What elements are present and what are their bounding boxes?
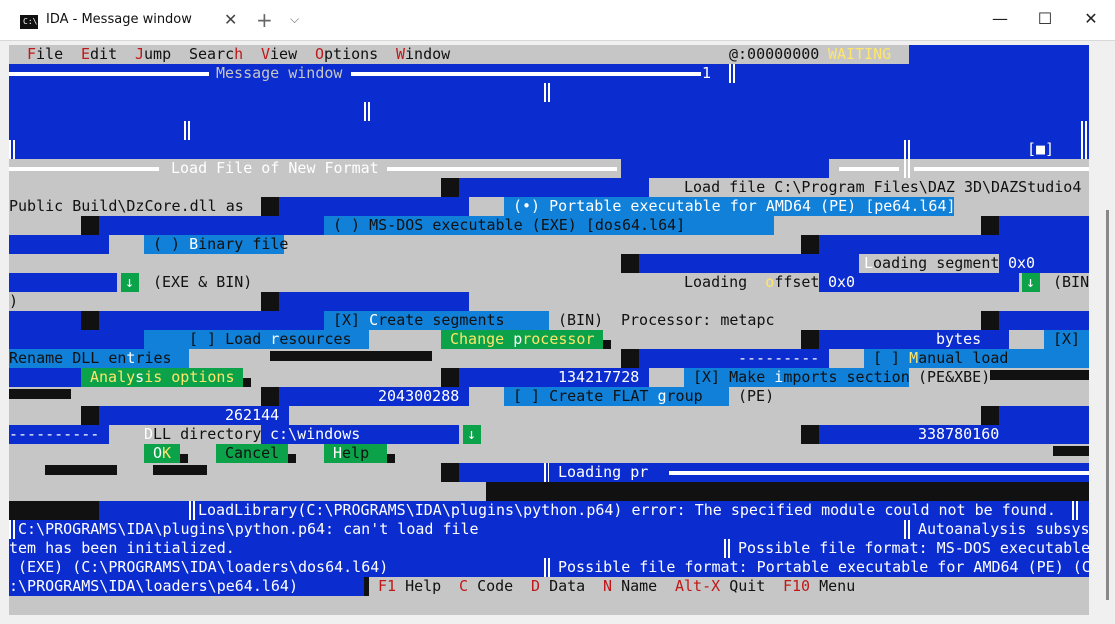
dialog-title-bar: Load File of New Format — [9, 159, 1089, 178]
paren-close: ) — [9, 292, 19, 310]
message-window-title: Message window — [216, 64, 343, 82]
pe-note: (PE) — [738, 387, 775, 405]
value-338780160: 338780160 — [918, 425, 1000, 443]
dashes-long-separator: ---------- — [9, 425, 100, 443]
ok-button[interactable]: OK — [153, 444, 171, 463]
loading-offset-input[interactable]: 0x0 — [828, 273, 855, 292]
status-key-code[interactable]: C Code — [459, 577, 513, 596]
menu-edit[interactable]: Edit — [81, 45, 117, 64]
status-bar: :\PROGRAMS\IDA\loaders\pe64.l64) F1 Help… — [9, 577, 1089, 596]
offset-dropdown-arrow-icon[interactable]: ↓ — [1026, 273, 1035, 292]
load-file-label: Load file C:\Program Files\DAZ 3D\DAZStu… — [684, 178, 1082, 196]
loading-offset-label: Loading offset — [684, 273, 820, 291]
menu-bar: File Edit Jump Search View Options Windo… — [9, 45, 1089, 64]
new-tab-button[interactable]: + — [256, 8, 273, 32]
value-204300288: 204300288 — [378, 387, 460, 405]
status-key-menu[interactable]: F10 Menu — [783, 577, 855, 596]
option-msdos-radio[interactable]: ( ) MS-DOS executable (EXE) [dos64.l64] — [333, 216, 685, 235]
create-segments-checkbox[interactable]: [X] Create segments — [333, 311, 505, 330]
bin-note: (BIN — [1053, 273, 1089, 291]
status-waiting: WAITING — [828, 45, 892, 63]
loading-segment-label: Loading segment — [864, 254, 1000, 272]
menu-options[interactable]: Options — [315, 45, 378, 64]
segment-dropdown-arrow-icon[interactable]: ↓ — [125, 273, 134, 292]
tab-title: IDA - Message window — [46, 12, 192, 27]
scrollbar[interactable] — [1106, 210, 1109, 600]
bytes-label: bytes — [936, 330, 982, 348]
status-key-help[interactable]: F1 Help — [378, 577, 441, 596]
log-line: LoadLibrary(C:\PROGRAMS\IDA\plugins\pyth… — [9, 501, 1089, 520]
option-binary-radio[interactable]: ( ) Binary file — [153, 235, 288, 254]
create-flat-group-checkbox[interactable]: [ ] Create FLAT group — [513, 387, 703, 406]
ida-terminal: File Edit Jump Search View Options Windo… — [9, 45, 1089, 615]
dll-directory-input[interactable]: c:\windows — [270, 425, 360, 444]
tab-dropdown-icon[interactable]: ⌵ — [290, 12, 299, 27]
status-key-data[interactable]: D Data — [531, 577, 585, 596]
menu-jump[interactable]: Jump — [135, 45, 171, 64]
value-262144: 262144 — [225, 406, 280, 424]
load-resources-checkbox[interactable]: [ ] Load resources — [189, 330, 352, 349]
dialog-title: Load File of New Format — [171, 159, 379, 177]
log-line: (EXE) (C:\PROGRAMS\IDA\loaders\dos64.l64… — [9, 558, 1089, 577]
x-checkbox[interactable]: [X] — [1053, 330, 1080, 349]
create-segments-note: (BIN) — [558, 311, 604, 329]
address-indicator: @:00000000 — [729, 45, 820, 63]
title-bar: C:\ IDA - Message window ✕ + ⌵ — ☐ ✕ — [0, 0, 1115, 41]
help-button[interactable]: Help — [333, 444, 369, 463]
change-processor-button[interactable]: Change processor — [450, 330, 595, 349]
log-line: tem has been initialized. Possible file … — [9, 539, 1089, 558]
processor-label: Processor: metapc — [621, 311, 775, 329]
dashes-separator: --------- — [738, 349, 820, 367]
status-key-quit[interactable]: Alt-X Quit — [675, 577, 765, 596]
exe-bin-note: (EXE & BIN) — [153, 273, 253, 291]
rename-dll-checkbox[interactable]: Rename DLL entries — [9, 349, 172, 368]
menu-file[interactable]: File — [27, 45, 63, 64]
loading-segment-input[interactable]: 0x0 — [1008, 254, 1035, 273]
dll-directory-label: DLL directory — [144, 425, 262, 443]
value-134217728: 134217728 — [558, 368, 640, 386]
minimize-button[interactable]: — — [980, 6, 1020, 32]
close-button[interactable]: ✕ — [1071, 6, 1111, 32]
log-line: :\PROGRAMS\IDA\loaders\pe64.l64) — [9, 577, 298, 595]
dll-dir-dropdown-arrow-icon[interactable]: ↓ — [467, 425, 476, 444]
window-number: 1 — [702, 64, 712, 82]
pe-xbe-note: (PE&XBE) — [918, 368, 991, 386]
message-window-header: Message window 1 — [9, 64, 1089, 83]
log-line: C:\PROGRAMS\IDA\plugins\python.p64: can'… — [9, 520, 1089, 539]
console-icon: C:\ — [20, 15, 38, 29]
make-imports-checkbox[interactable]: [X] Make imports section — [693, 368, 910, 387]
analysis-options-button[interactable]: Analysis options — [90, 368, 235, 387]
menu-window[interactable]: Window — [396, 45, 450, 64]
cancel-button[interactable]: Cancel — [225, 444, 279, 463]
close-box-icon[interactable]: [■] — [1027, 140, 1054, 159]
status-key-name[interactable]: N Name — [603, 577, 657, 596]
manual-load-checkbox[interactable]: [ ] Manual load — [873, 349, 1008, 368]
option-pe-radio[interactable]: (•) Portable executable for AMD64 (PE) [… — [513, 197, 956, 216]
tab-close-icon[interactable]: ✕ — [224, 10, 237, 29]
menu-search[interactable]: Search — [189, 45, 243, 64]
terminal-tab[interactable]: C:\ IDA - Message window ✕ — [8, 6, 248, 36]
loading-progress-label: Loading pr — [558, 463, 649, 481]
load-file-path: Public Build\DzCore.dll as — [9, 197, 244, 215]
menu-view[interactable]: View — [261, 45, 297, 64]
maximize-button[interactable]: ☐ — [1025, 6, 1065, 32]
